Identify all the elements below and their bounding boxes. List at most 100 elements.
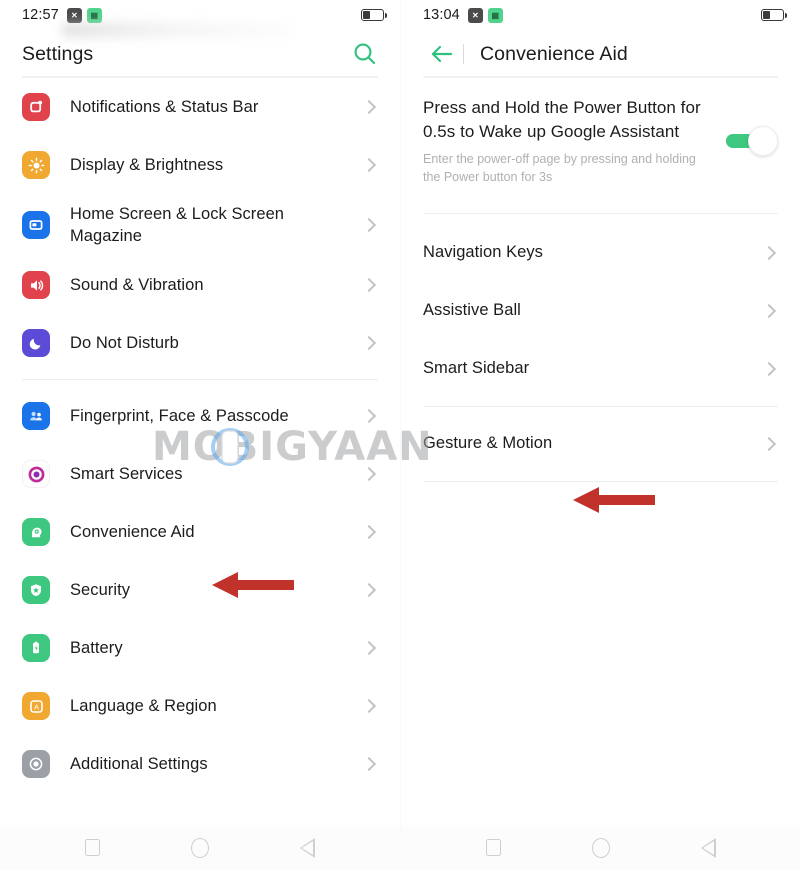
settings-row-sound[interactable]: Sound & Vibration xyxy=(0,256,400,314)
home-circle-icon[interactable] xyxy=(190,837,209,858)
settings-row-additional-settings[interactable]: Additional Settings xyxy=(0,735,400,793)
recents-square-icon[interactable] xyxy=(85,839,101,856)
settings-row-language[interactable]: A Language & Region xyxy=(0,677,400,735)
chevron-right-icon xyxy=(361,157,377,173)
chevron-right-icon xyxy=(361,640,377,656)
settings-row-convenience-aid[interactable]: Convenience Aid xyxy=(0,503,400,561)
list-section-divider xyxy=(423,405,778,407)
page-title: Settings xyxy=(22,42,94,65)
chevron-right-icon xyxy=(361,277,377,293)
language-a-icon: A xyxy=(22,692,50,720)
right-phone-screenshot: 13:04 ✕ ▦ Convenience Aid Press and Hold… xyxy=(400,0,800,870)
settings-row-label: Additional Settings xyxy=(70,754,208,773)
app-icon-dark: ✕ xyxy=(467,7,483,23)
settings-row-smart-services[interactable]: Smart Services xyxy=(0,445,400,503)
settings-row-label: Language & Region xyxy=(70,696,217,715)
settings-row-security[interactable]: Security xyxy=(0,561,400,619)
annotation-arrow-gesture-motion xyxy=(573,484,655,521)
settings-header: Settings xyxy=(0,30,400,78)
status-bar-notification-icons: ✕ ▦ xyxy=(66,7,102,23)
dual-screenshot-composite: 12:57 ✕ ▦ Settings Notifications & Statu… xyxy=(0,0,800,870)
additional-settings-icon xyxy=(22,750,50,778)
chevron-right-icon xyxy=(761,436,777,451)
back-triangle-icon[interactable] xyxy=(700,837,716,858)
chevron-right-icon xyxy=(761,361,777,376)
settings-row-do-not-disturb[interactable]: Do Not Disturb xyxy=(0,314,400,372)
status-bar-right-group xyxy=(361,9,388,21)
chevron-right-icon xyxy=(361,408,377,424)
brightness-icon xyxy=(22,151,50,179)
fingerprint-face-icon xyxy=(22,402,50,430)
left-phone-screenshot: 12:57 ✕ ▦ Settings Notifications & Statu… xyxy=(0,0,400,870)
bell-icon xyxy=(22,93,50,121)
header-divider xyxy=(423,76,778,78)
back-triangle-icon[interactable] xyxy=(299,837,315,858)
search-icon[interactable] xyxy=(352,41,378,67)
chevron-right-icon xyxy=(361,698,377,714)
convenience-aid-header: Convenience Aid xyxy=(401,30,800,78)
power-button-setting-texts: Press and Hold the Power Button for 0.5s… xyxy=(423,96,726,187)
settings-row-label: Sound & Vibration xyxy=(70,275,204,294)
head-brain-icon xyxy=(22,518,50,546)
chevron-right-icon xyxy=(361,582,377,598)
convenience-row-label: Navigation Keys xyxy=(423,243,543,262)
chevron-right-icon xyxy=(761,245,777,260)
status-bar-notification-icons: ✕ ▦ xyxy=(467,7,503,23)
chevron-right-icon xyxy=(761,303,777,318)
power-button-setting-title: Press and Hold the Power Button for 0.5s… xyxy=(423,98,701,142)
settings-row-battery[interactable]: Battery xyxy=(0,619,400,677)
settings-row-fingerprint[interactable]: Fingerprint, Face & Passcode xyxy=(0,387,400,445)
app-icon-green: ▦ xyxy=(487,7,503,23)
convenience-row-gesture-motion[interactable]: Gesture & Motion xyxy=(401,415,800,473)
settings-list-left: Notifications & Status Bar Display & Bri… xyxy=(0,78,400,793)
settings-row-display[interactable]: Display & Brightness xyxy=(0,136,400,194)
settings-row-label: Fingerprint, Face & Passcode xyxy=(70,406,289,425)
moon-icon xyxy=(22,329,50,357)
convenience-row-smart-sidebar[interactable]: Smart Sidebar xyxy=(401,340,800,398)
settings-row-label: Do Not Disturb xyxy=(70,333,179,352)
settings-row-home-screen[interactable]: Home Screen & Lock Screen Magazine xyxy=(0,194,400,256)
chevron-right-icon xyxy=(361,756,377,772)
smart-services-icon xyxy=(22,460,50,488)
settings-row-label: Home Screen & Lock Screen Magazine xyxy=(70,204,285,245)
chevron-right-icon xyxy=(361,466,377,482)
list-bottom-divider xyxy=(423,480,778,482)
home-screen-icon xyxy=(22,211,50,239)
list-bottom-fade xyxy=(0,811,400,825)
settings-row-label: Display & Brightness xyxy=(70,155,224,174)
recents-square-icon[interactable] xyxy=(486,839,502,856)
convenience-row-assistive-ball[interactable]: Assistive Ball xyxy=(401,282,800,340)
chevron-right-icon xyxy=(361,99,377,115)
chevron-right-icon xyxy=(361,524,377,540)
convenience-row-label: Smart Sidebar xyxy=(423,359,530,378)
home-circle-icon[interactable] xyxy=(591,837,610,858)
battery-icon xyxy=(22,634,50,662)
toggle-knob xyxy=(748,126,778,156)
convenience-row-navigation-keys[interactable]: Navigation Keys xyxy=(401,224,800,282)
app-icon-dark: ✕ xyxy=(66,7,82,23)
convenience-row-label: Gesture & Motion xyxy=(423,434,553,453)
status-bar-clock: 13:04 xyxy=(423,7,460,23)
speaker-icon xyxy=(22,271,50,299)
nav-bar-right xyxy=(401,825,800,870)
status-bar-right-group xyxy=(761,9,788,21)
power-button-assistant-setting[interactable]: Press and Hold the Power Button for 0.5s… xyxy=(401,78,800,199)
convenience-aid-list: Navigation Keys Assistive Ball Smart Sid… xyxy=(401,224,800,482)
back-arrow-icon[interactable] xyxy=(427,39,457,69)
svg-text:A: A xyxy=(33,702,39,711)
settings-row-label: Notifications & Status Bar xyxy=(70,97,259,116)
settings-row-notifications[interactable]: Notifications & Status Bar xyxy=(0,78,400,136)
settings-row-label: Convenience Aid xyxy=(70,522,195,541)
toggle-section-divider xyxy=(423,212,778,214)
battery-icon xyxy=(761,9,788,21)
page-title: Convenience Aid xyxy=(480,42,628,65)
chevron-right-icon xyxy=(361,335,377,351)
nav-bar-left xyxy=(0,825,400,870)
power-button-toggle-switch[interactable] xyxy=(726,126,778,156)
list-section-divider xyxy=(22,379,378,380)
convenience-row-label: Assistive Ball xyxy=(423,301,521,320)
chevron-right-icon xyxy=(361,217,377,233)
status-bar-right: 13:04 ✕ ▦ xyxy=(401,0,800,30)
status-bar-clock: 12:57 xyxy=(22,7,59,23)
power-button-setting-subtitle: Enter the power-off page by pressing and… xyxy=(423,152,696,184)
